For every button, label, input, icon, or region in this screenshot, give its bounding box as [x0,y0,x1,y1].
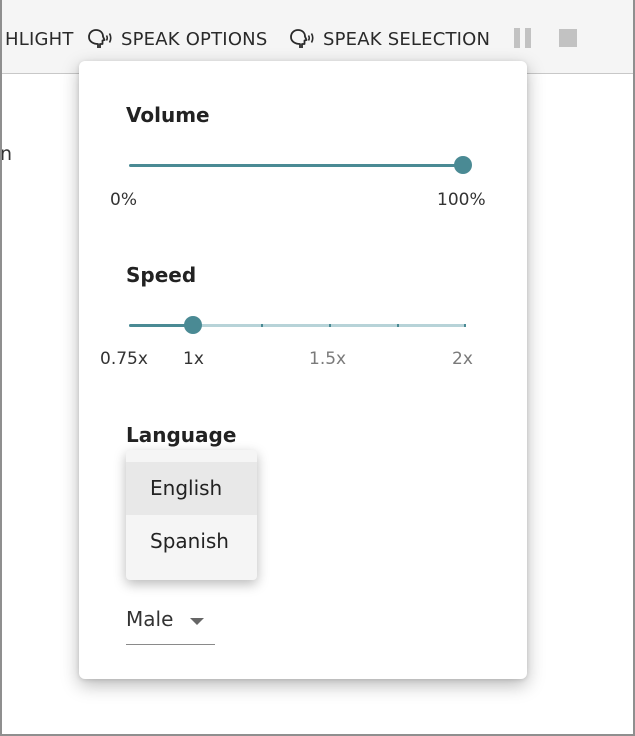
speak-options-label: SPEAK OPTIONS [121,28,268,50]
volume-min-label: 0% [110,190,137,210]
volume-heading: Volume [126,103,210,127]
highlight-button[interactable]: HLIGHT [5,27,74,51]
speed-slider-thumb[interactable] [184,316,202,334]
speed-tick [464,324,466,327]
voice-select[interactable]: Male [126,605,215,645]
voice-select-value: Male [126,607,174,631]
language-heading: Language [126,423,237,447]
volume-slider-track[interactable] [129,164,463,167]
speaking-head-icon [88,29,112,48]
volume-slider-thumb[interactable] [454,156,472,174]
speaking-head-icon [290,29,314,48]
background-text: n [0,143,13,165]
speed-label-0-75x: 0.75x [100,349,148,369]
speed-tick [329,324,331,327]
language-option-english[interactable]: English [126,462,257,515]
language-option-spanish[interactable]: Spanish [126,515,257,568]
highlight-label: HLIGHT [5,28,74,50]
speed-tick [261,324,263,327]
pause-icon[interactable] [514,28,532,48]
volume-max-label: 100% [437,190,486,210]
speed-heading: Speed [126,263,197,287]
speak-selection-button[interactable]: SPEAK SELECTION [287,27,490,51]
speed-label-1-5x: 1.5x [309,349,347,369]
speed-label-2x: 2x [452,349,473,369]
caret-down-icon [190,618,204,625]
speak-selection-label: SPEAK SELECTION [323,28,491,50]
speak-options-button[interactable]: SPEAK OPTIONS [85,27,267,51]
language-dropdown-menu: English Spanish [126,450,257,580]
stop-icon[interactable] [559,29,577,47]
speed-tick [397,324,399,327]
speed-label-1x: 1x [183,349,204,369]
speak-options-panel: Volume 0% 100% Speed 0.75x 1x 1.5x 2x La… [79,61,527,679]
